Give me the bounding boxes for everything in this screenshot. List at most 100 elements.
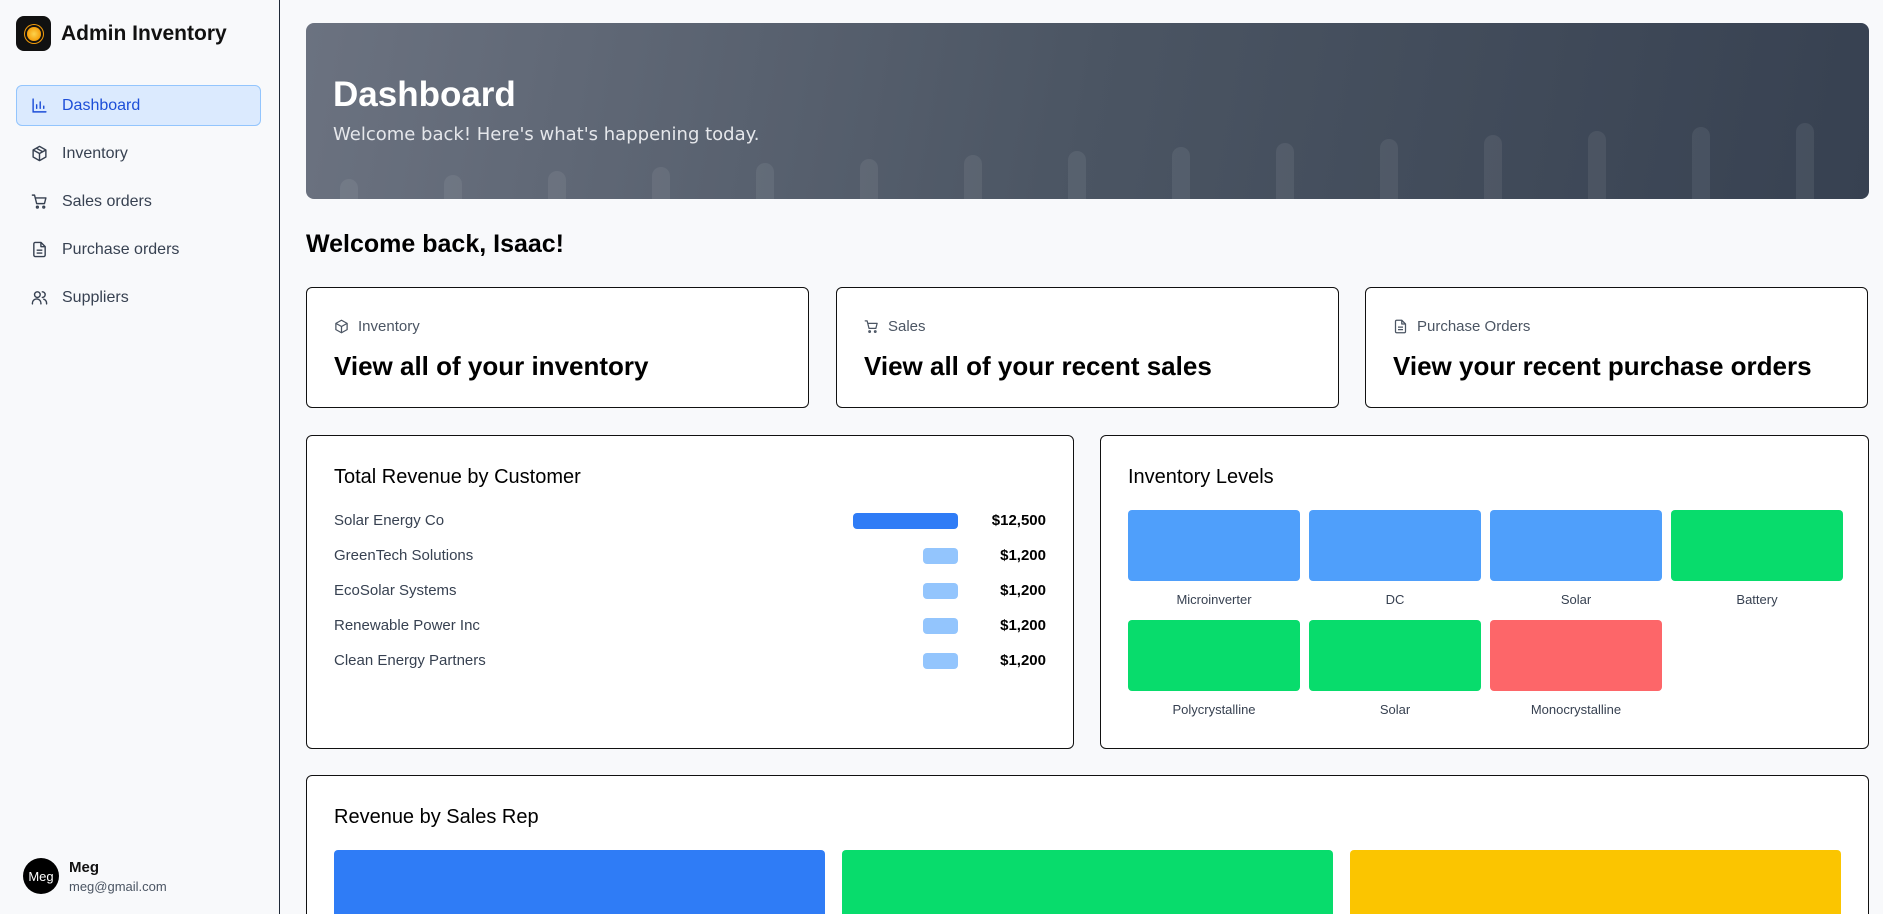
hero-decor-bar <box>1484 135 1502 199</box>
hero-decor-bar <box>548 171 566 199</box>
card-label: Purchase Orders <box>1393 318 1530 335</box>
user-email: meg@gmail.com <box>69 878 167 894</box>
cart-icon <box>31 194 47 209</box>
sidebar-item-label: Dashboard <box>62 96 141 114</box>
hero-decor-bar <box>1068 151 1086 199</box>
cart-icon <box>864 320 878 333</box>
hero-decor-bar <box>1796 123 1814 199</box>
revenue-row: Renewable Power Inc $1,200 <box>334 615 1046 635</box>
panel-title: Revenue by Sales Rep <box>334 806 539 828</box>
inventory-tile-swatch <box>1309 620 1481 691</box>
inventory-tile[interactable]: Microinverter <box>1128 510 1300 607</box>
inventory-tile-label: Polycrystalline <box>1172 702 1256 717</box>
card-label-text: Inventory <box>358 318 420 335</box>
inventory-tile-swatch <box>1128 510 1300 581</box>
sidebar-item-purchase-orders[interactable]: Purchase orders <box>16 229 261 270</box>
hero-decor-bar <box>652 167 670 199</box>
inventory-tile[interactable]: Polycrystalline <box>1128 620 1300 717</box>
rep-revenue-block[interactable] <box>842 850 1333 914</box>
inventory-tile-swatch <box>1128 620 1300 691</box>
revenue-row: GreenTech Solutions $1,200 <box>334 545 1046 565</box>
hero-decor-bar <box>1276 143 1294 199</box>
customer-name: Solar Energy Co <box>334 512 445 529</box>
revenue-row: EcoSolar Systems $1,200 <box>334 580 1046 600</box>
sidebar-nav: Dashboard Inventory Sales orders Purchas… <box>16 85 261 325</box>
users-icon <box>31 291 48 305</box>
card-title: View all of your recent sales <box>864 351 1212 381</box>
inventory-tile[interactable]: Monocrystalline <box>1490 620 1662 717</box>
package-icon <box>335 319 348 334</box>
user-name: Meg <box>69 858 99 876</box>
avatar: Meg <box>23 858 59 894</box>
inventory-tile-label: DC <box>1385 592 1405 607</box>
card-title: View your recent purchase orders <box>1393 351 1812 381</box>
hero-decor-bar <box>1172 147 1190 199</box>
inventory-tile-swatch <box>1671 510 1843 581</box>
sidebar-item-label: Sales orders <box>62 192 152 210</box>
inventory-tile-label: Monocrystalline <box>1530 702 1622 717</box>
brand-title: Admin Inventory <box>61 21 227 45</box>
hero-decor-bar <box>1380 139 1398 199</box>
revenue-bar <box>923 583 958 599</box>
sidebar-item-label: Inventory <box>62 144 128 162</box>
inventory-card[interactable]: Inventory View all of your inventory <box>306 287 809 408</box>
revenue-value: $12,500 <box>991 512 1046 529</box>
customer-name: Renewable Power Inc <box>334 617 480 634</box>
sidebar-item-label: Suppliers <box>62 288 129 306</box>
sun-icon <box>16 16 51 51</box>
hero-decor-bar <box>860 159 878 199</box>
purchase-orders-card[interactable]: Purchase Orders View your recent purchas… <box>1365 287 1868 408</box>
customer-name: GreenTech Solutions <box>334 547 474 564</box>
inventory-levels-panel: Inventory Levels Microinverter DC Solar Bat… <box>1100 435 1869 749</box>
inventory-tile[interactable]: Solar <box>1309 620 1481 717</box>
card-label-text: Sales <box>888 318 926 335</box>
inventory-tile-label: Battery <box>1736 592 1778 607</box>
sidebar: Admin Inventory Dashboard Inventory Sale… <box>0 0 280 914</box>
user-profile[interactable]: Meg Meg meg@gmail.com <box>23 858 167 894</box>
revenue-row: Clean Energy Partners $1,200 <box>334 650 1046 670</box>
revenue-bar <box>923 653 958 669</box>
page-subtitle: Welcome back! Here's what's happening to… <box>333 124 760 145</box>
card-label: Inventory <box>334 318 420 335</box>
sidebar-item-sales-orders[interactable]: Sales orders <box>16 181 261 222</box>
dashboard-hero: Dashboard Welcome back! Here's what's ha… <box>306 23 1869 199</box>
page-title: Dashboard <box>333 75 516 114</box>
sidebar-item-suppliers[interactable]: Suppliers <box>16 277 261 318</box>
inventory-tile-label: Microinverter <box>1176 592 1252 607</box>
hero-decor-bar <box>964 155 982 199</box>
inventory-tile[interactable]: Battery <box>1671 510 1843 607</box>
inventory-tile[interactable]: Solar <box>1490 510 1662 607</box>
panel-title: Total Revenue by Customer <box>334 466 581 488</box>
hero-decor-bar <box>340 179 358 199</box>
sales-card[interactable]: Sales View all of your recent sales <box>836 287 1339 408</box>
card-title: View all of your inventory <box>334 351 649 381</box>
rep-revenue-block[interactable] <box>1350 850 1841 914</box>
inventory-tile-label: Solar <box>1379 702 1411 717</box>
package-icon <box>32 145 47 162</box>
document-icon <box>1394 319 1407 334</box>
revenue-value: $1,200 <box>1000 617 1046 634</box>
sidebar-item-dashboard[interactable]: Dashboard <box>16 85 261 126</box>
sidebar-item-inventory[interactable]: Inventory <box>16 133 261 174</box>
document-icon <box>33 241 46 258</box>
inventory-tile-swatch <box>1309 510 1481 581</box>
card-label: Sales <box>864 318 926 335</box>
hero-decor-bar <box>756 163 774 199</box>
hero-decor-bar <box>1588 131 1606 199</box>
revenue-value: $1,200 <box>1000 652 1046 669</box>
card-label-text: Purchase Orders <box>1417 318 1531 335</box>
inventory-tile[interactable]: DC <box>1309 510 1481 607</box>
rep-revenue-block[interactable] <box>334 850 825 914</box>
revenue-value: $1,200 <box>1000 547 1046 564</box>
revenue-row: Solar Energy Co $12,500 <box>334 510 1046 530</box>
brand[interactable]: Admin Inventory <box>16 16 227 51</box>
customer-name: EcoSolar Systems <box>334 582 457 599</box>
revenue-bar <box>923 618 958 634</box>
revenue-bar <box>853 513 958 529</box>
customer-name: Clean Energy Partners <box>334 652 486 669</box>
hero-decor-bar <box>1692 127 1710 199</box>
revenue-bar <box>923 548 958 564</box>
welcome-heading: Welcome back, Isaac! <box>306 230 565 258</box>
hero-decoration <box>340 123 1814 199</box>
bar-chart-icon <box>32 98 47 113</box>
